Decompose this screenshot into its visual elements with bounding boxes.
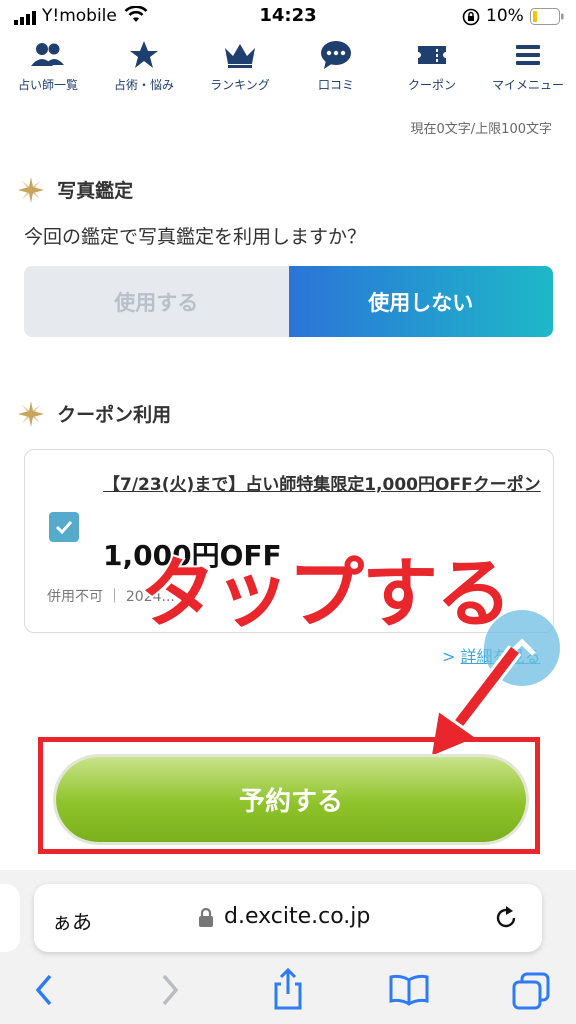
coupon-section-header: クーポン利用 — [18, 400, 171, 427]
forward-icon[interactable] — [156, 972, 184, 1008]
nav-coupons[interactable]: クーポン — [384, 36, 480, 108]
bookmarks-icon[interactable] — [388, 974, 430, 1006]
address-bar[interactable]: ぁあ d.excite.co.jp — [34, 884, 542, 952]
nav-my-menu[interactable]: マイメニュー — [480, 36, 576, 108]
section-title: 写真鑑定 — [57, 180, 134, 202]
annotation-text: タップする — [138, 547, 514, 640]
text-size-button[interactable]: ぁあ — [52, 906, 92, 935]
star-icon — [130, 41, 158, 68]
chat-bubble-icon — [321, 41, 351, 69]
top-nav: 占い師一覧 占術・悩み ランキング 口コミ クーポン マイメニュー — [0, 36, 576, 108]
photo-question: 今回の鑑定で写真鑑定を利用しますか？ — [24, 226, 367, 248]
sparkle-icon — [18, 400, 44, 427]
ticket-icon — [418, 46, 446, 64]
lock-icon — [199, 908, 213, 927]
battery-percent: 10% — [486, 6, 524, 26]
nav-ranking[interactable]: ランキング — [192, 36, 288, 108]
battery-icon — [530, 8, 564, 30]
back-icon[interactable] — [30, 972, 58, 1008]
nav-divination[interactable]: 占術・悩み — [96, 36, 192, 108]
browser-nav — [0, 960, 576, 1020]
nav-label: ランキング — [210, 78, 270, 92]
option-no-use[interactable]: 使用しない — [288, 266, 553, 337]
nav-label: 口コミ — [317, 78, 354, 92]
nav-label: 占術・悩み — [113, 78, 174, 92]
photo-section-header: 写真鑑定 — [18, 176, 133, 203]
users-icon — [31, 43, 64, 66]
url-text: d.excite.co.jp — [224, 904, 371, 929]
nav-fortune-tellers[interactable]: 占い師一覧 — [0, 36, 96, 108]
orientation-lock-icon — [462, 8, 480, 31]
prev-tab-edge[interactable] — [0, 884, 20, 952]
photo-toggle: 使用する 使用しない — [24, 266, 553, 337]
reload-icon[interactable] — [492, 904, 520, 932]
coupon-title[interactable]: 【7/23(火)まで】占い師特集限定1,000円OFFクーポン — [103, 472, 543, 498]
nav-reviews[interactable]: 口コミ — [288, 36, 384, 108]
menu-icon — [516, 45, 540, 65]
reserve-button[interactable]: 予約する — [56, 757, 526, 842]
nav-label: 占い師一覧 — [17, 78, 78, 92]
crown-icon — [225, 44, 255, 68]
section-title: クーポン利用 — [57, 404, 172, 426]
nav-label: マイメニュー — [491, 78, 564, 92]
nav-label: クーポン — [407, 78, 456, 92]
coupon-checkbox[interactable] — [49, 512, 79, 542]
check-icon — [55, 520, 73, 535]
sparkle-icon — [18, 176, 44, 203]
status-bar: Y!mobile 14:23 10% — [0, 0, 576, 34]
tabs-icon[interactable] — [512, 972, 550, 1010]
share-icon[interactable] — [270, 968, 306, 1010]
option-use[interactable]: 使用する — [24, 266, 289, 337]
char-count: 現在0文字/上限100文字 — [410, 122, 552, 137]
